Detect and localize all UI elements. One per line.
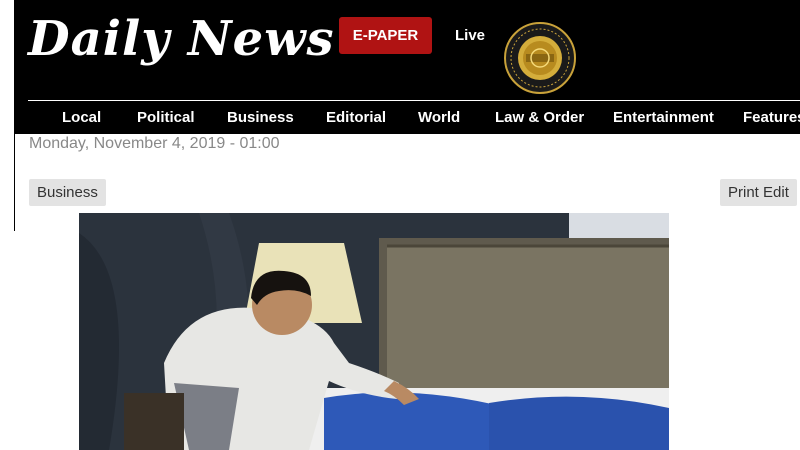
nav-item-editorial[interactable]: Editorial: [326, 101, 386, 134]
nav-item-local[interactable]: Local: [62, 101, 101, 134]
nav-item-features[interactable]: Features: [743, 101, 800, 134]
nav-item-entertainment[interactable]: Entertainment: [613, 101, 714, 134]
nav-item-world[interactable]: World: [418, 101, 460, 134]
live-link[interactable]: Live: [455, 27, 485, 44]
site-header: Daily News E-PAPER Live Local Political …: [14, 0, 800, 134]
category-tag-business[interactable]: Business: [29, 179, 106, 206]
article-photo-illustration: [79, 213, 669, 450]
article-photo: [79, 213, 669, 450]
nav-item-business[interactable]: Business: [227, 101, 294, 134]
site-logo[interactable]: Daily News: [28, 8, 335, 70]
epaper-button[interactable]: E-PAPER: [339, 17, 432, 54]
main-nav: Local Political Business Editorial World…: [28, 100, 800, 134]
print-edition-button[interactable]: Print Edit: [720, 179, 797, 206]
award-seal-icon: [504, 22, 576, 94]
nav-item-political[interactable]: Political: [137, 101, 195, 134]
page-left-rule: [14, 134, 15, 231]
article-date: Monday, November 4, 2019 - 01:00: [29, 135, 280, 152]
nav-item-law-order[interactable]: Law & Order: [495, 101, 584, 134]
